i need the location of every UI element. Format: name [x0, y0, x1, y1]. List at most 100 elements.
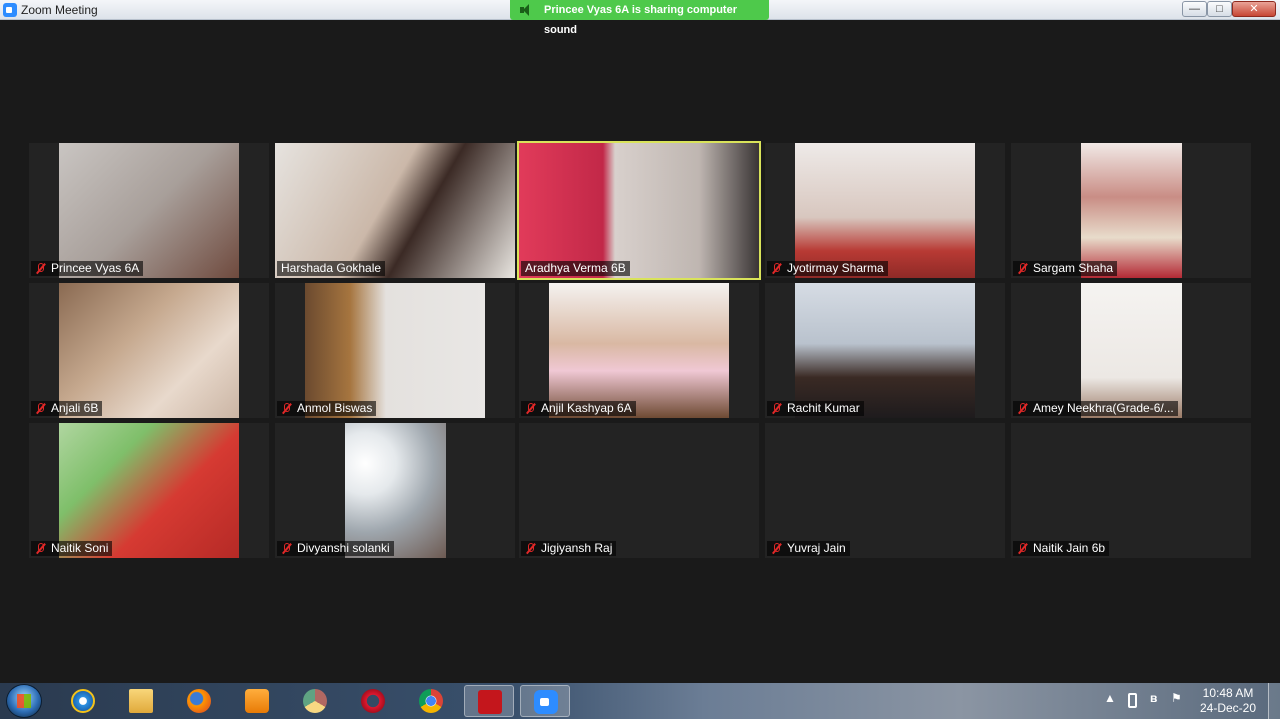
participant-name: Rachit Kumar — [787, 401, 860, 415]
title-bar: Zoom Meeting Princee Vyas 6A is sharing … — [0, 0, 1280, 36]
show-hidden-icons-icon[interactable]: ▲ — [1104, 691, 1116, 705]
participant-tile[interactable]: Yuvraj Jain — [765, 423, 1005, 558]
show-desktop-button[interactable] — [1268, 683, 1280, 719]
participant-nameplate: Jigiyansh Raj — [521, 541, 617, 556]
participant-tile[interactable]: Princee Vyas 6A — [29, 143, 269, 278]
participant-name: Divyanshi solanki — [297, 541, 390, 555]
participant-tile[interactable]: Divyanshi solanki — [275, 423, 515, 558]
participant-name: Harshada Gokhale — [281, 261, 382, 275]
mic-muted-icon — [1018, 403, 1027, 414]
zoom-meeting-window: Zoom Meeting Princee Vyas 6A is sharing … — [0, 0, 1280, 719]
participant-name: Sargam Shaha — [1033, 261, 1114, 275]
participant-video-grid: Princee Vyas 6A Harshada Gokhale Aradhya V… — [0, 20, 1280, 683]
mic-muted-icon — [1018, 543, 1027, 554]
participant-tile[interactable]: Anmol Biswas — [275, 283, 515, 418]
mic-muted-icon — [772, 543, 781, 554]
participant-nameplate: Sargam Shaha — [1013, 261, 1118, 276]
participant-video — [795, 283, 975, 418]
participant-nameplate: Yuvraj Jain — [767, 541, 850, 556]
mic-muted-icon — [772, 263, 781, 274]
file-explorer-icon — [129, 689, 153, 713]
taskbar-app-firefox[interactable] — [174, 685, 224, 717]
participant-tile[interactable]: Jigiyansh Raj — [519, 423, 759, 558]
mic-muted-icon — [36, 263, 45, 274]
windows-taskbar: ▲ ʙ ⚑ 10:48 AM 24-Dec-20 — [0, 683, 1280, 719]
participant-nameplate: Naitik Jain 6b — [1013, 541, 1110, 556]
mic-muted-icon — [36, 543, 45, 554]
internet-explorer-icon — [71, 689, 95, 713]
participant-video — [305, 283, 485, 418]
participant-video — [59, 423, 239, 558]
mic-muted-icon — [36, 403, 45, 414]
participant-video — [1081, 143, 1182, 278]
mic-muted-icon — [282, 403, 291, 414]
participant-name: Anjil Kashyap 6A — [541, 401, 632, 415]
participant-nameplate: Anjali 6B — [31, 401, 103, 416]
participant-tile[interactable]: Amey Neekhra(Grade-6/... — [1011, 283, 1251, 418]
window-title: Zoom Meeting — [21, 3, 98, 17]
media-player-icon — [245, 689, 269, 713]
participant-tile[interactable]: Sargam Shaha — [1011, 143, 1251, 278]
bluetooth-icon[interactable]: ʙ — [1150, 691, 1157, 705]
participant-nameplate: Jyotirmay Sharma — [767, 261, 888, 276]
participant-nameplate: Naitik Soni — [31, 541, 113, 556]
clock-time: 10:48 AM — [1202, 686, 1254, 700]
participant-tile[interactable]: Aradhya Verma 6B — [517, 141, 761, 280]
taskbar-app-opera[interactable] — [348, 685, 398, 717]
taskbar-app-chrome-canary[interactable] — [290, 685, 340, 717]
participant-video — [345, 423, 446, 558]
participant-name: Naitik Jain 6b — [1033, 541, 1106, 555]
mic-muted-icon — [772, 403, 781, 414]
mic-muted-icon — [282, 543, 291, 554]
participant-name: Princee Vyas 6A — [51, 261, 140, 275]
taskbar-app-internet-explorer[interactable] — [58, 685, 108, 717]
participant-tile[interactable]: Anjali 6B — [29, 283, 269, 418]
mic-muted-icon — [526, 543, 535, 554]
mic-muted-icon — [1018, 263, 1027, 274]
close-button[interactable]: ✕ — [1232, 1, 1276, 17]
participant-nameplate: Rachit Kumar — [767, 401, 864, 416]
participant-nameplate: Aradhya Verma 6B — [521, 261, 630, 276]
taskbar-app-file-explorer[interactable] — [116, 685, 166, 717]
participant-video — [795, 143, 975, 278]
minimize-button[interactable]: — — [1182, 1, 1207, 17]
taskbar-app-zoom[interactable] — [520, 685, 570, 717]
participant-name: Anmol Biswas — [297, 401, 373, 415]
participant-video — [275, 143, 515, 278]
adobe-reader-icon — [478, 690, 502, 714]
participant-tile[interactable]: Naitik Jain 6b — [1011, 423, 1251, 558]
participant-video — [59, 143, 239, 278]
participant-name: Jyotirmay Sharma — [787, 261, 884, 275]
chrome-icon — [419, 689, 443, 713]
taskbar-app-chrome[interactable] — [406, 685, 456, 717]
participant-tile[interactable]: Rachit Kumar — [765, 283, 1005, 418]
system-clock[interactable]: 10:48 AM 24-Dec-20 — [1192, 686, 1264, 716]
participant-nameplate: Anmol Biswas — [277, 401, 377, 416]
chrome-canary-icon — [303, 689, 327, 713]
firefox-icon — [187, 689, 211, 713]
zoom-app-icon — [3, 3, 17, 17]
sharing-sound-banner[interactable]: Princee Vyas 6A is sharing computer soun… — [510, 0, 769, 36]
participant-name: Amey Neekhra(Grade-6/... — [1033, 401, 1174, 415]
participant-video — [519, 143, 759, 278]
maximize-button[interactable]: □ — [1207, 1, 1232, 17]
participant-name: Aradhya Verma 6B — [525, 261, 626, 275]
participant-name: Naitik Soni — [51, 541, 109, 555]
mic-muted-icon — [526, 403, 535, 414]
participant-nameplate: Anjil Kashyap 6A — [521, 401, 636, 416]
participant-video — [549, 283, 729, 418]
taskbar-app-media-player[interactable] — [232, 685, 282, 717]
participant-video — [59, 283, 239, 418]
participant-tile[interactable]: Naitik Soni — [29, 423, 269, 558]
battery-icon[interactable] — [1128, 693, 1137, 708]
participant-tile[interactable]: Anjil Kashyap 6A — [519, 283, 759, 418]
clock-date: 24-Dec-20 — [1199, 701, 1257, 715]
action-center-flag-icon[interactable]: ⚑ — [1171, 691, 1182, 705]
zoom-icon — [534, 690, 558, 714]
start-button[interactable] — [6, 684, 42, 718]
participant-name: Anjali 6B — [51, 401, 99, 415]
taskbar-app-adobe-reader[interactable] — [464, 685, 514, 717]
participant-tile[interactable]: Harshada Gokhale — [275, 143, 515, 278]
speaker-icon — [520, 4, 534, 16]
participant-tile[interactable]: Jyotirmay Sharma — [765, 143, 1005, 278]
